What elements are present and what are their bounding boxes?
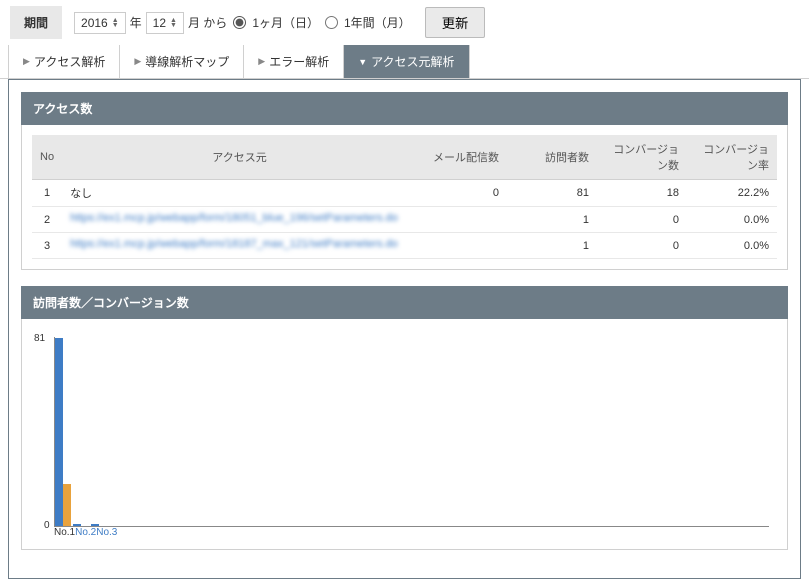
content-frame: アクセス数 No アクセス元 メール配信数 訪問者数 コンバージョン数 コンバー… [8, 79, 801, 579]
month-value: 12 [153, 16, 166, 30]
panel-title: アクセス数 [21, 92, 788, 125]
month-suffix: 月 から [188, 14, 227, 31]
col-conversions: コンバージョン数 [597, 135, 687, 180]
cell-mail [417, 233, 507, 259]
col-visitors: 訪問者数 [507, 135, 597, 180]
year-suffix: 年 [130, 14, 142, 31]
referrer-table: No アクセス元 メール配信数 訪問者数 コンバージョン数 コンバージョン率 1… [32, 135, 777, 259]
cell-visitors: 1 [507, 233, 597, 259]
radio-1year-label: 1年間（月） [344, 14, 411, 31]
x-axis-label[interactable]: No.2 [75, 527, 96, 538]
cell-conversions: 0 [597, 233, 687, 259]
referrer-link[interactable]: https://ex1.mcp.jp/webapp/form/18187_max… [70, 238, 398, 250]
table-row: 1 なし 0811822.2% [32, 180, 777, 207]
bar-group [55, 338, 71, 526]
tab-label: エラー解析 [269, 53, 329, 70]
radio-1month[interactable] [233, 16, 246, 29]
cell-referrer: https://ex1.mcp.jp/webapp/form/18051_blu… [62, 207, 417, 233]
cell-no: 3 [32, 233, 62, 259]
bar [73, 524, 81, 526]
year-value: 2016 [81, 16, 108, 30]
panel-body: No アクセス元 メール配信数 訪問者数 コンバージョン数 コンバージョン率 1… [21, 125, 788, 270]
cell-rate: 0.0% [687, 207, 777, 233]
bar-group [73, 524, 89, 526]
cell-rate: 0.0% [687, 233, 777, 259]
cell-rate: 22.2% [687, 180, 777, 207]
y-max-label: 81 [34, 333, 45, 344]
tab-label: アクセス元解析 [371, 53, 454, 70]
cell-mail [417, 207, 507, 233]
year-spinner[interactable]: 2016 ▲▼ [74, 12, 126, 34]
cell-no: 2 [32, 207, 62, 233]
col-no: No [32, 135, 62, 180]
col-mail: メール配信数 [417, 135, 507, 180]
bar-group [91, 524, 107, 526]
cell-visitors: 81 [507, 180, 597, 207]
tab-error-analysis[interactable]: ▶ エラー解析 [244, 45, 344, 78]
chevron-right-icon: ▶ [258, 56, 265, 67]
radio-1year[interactable] [325, 16, 338, 29]
tab-referrer-analysis[interactable]: ▼ アクセス元解析 [344, 45, 469, 78]
tab-access-analysis[interactable]: ▶ アクセス解析 [8, 45, 120, 78]
tab-label: アクセス解析 [34, 53, 105, 70]
table-header-row: No アクセス元 メール配信数 訪問者数 コンバージョン数 コンバージョン率 [32, 135, 777, 180]
cell-visitors: 1 [507, 207, 597, 233]
spinner-arrows-icon[interactable]: ▲▼ [112, 18, 119, 28]
update-button[interactable]: 更新 [425, 7, 486, 38]
tab-label: 導線解析マップ [145, 53, 229, 70]
bar [63, 484, 71, 526]
cell-referrer: なし [62, 180, 417, 207]
x-axis-label[interactable]: No.3 [96, 527, 117, 538]
cell-conversions: 0 [597, 207, 687, 233]
period-label: 期間 [10, 6, 62, 39]
panel-chart: 訪問者数／コンバージョン数 81 0 No.1No.2No.3 [21, 286, 788, 550]
radio-1month-label: 1ヶ月（日） [252, 14, 319, 31]
spinner-arrows-icon[interactable]: ▲▼ [170, 18, 177, 28]
chevron-down-icon: ▼ [358, 57, 367, 67]
bar [55, 338, 63, 526]
table-row: 3 https://ex1.mcp.jp/webapp/form/18187_ma… [32, 233, 777, 259]
panel-body: 81 0 No.1No.2No.3 [21, 319, 788, 550]
referrer-text: なし [70, 188, 92, 200]
cell-referrer: https://ex1.mcp.jp/webapp/form/18187_max… [62, 233, 417, 259]
month-spinner[interactable]: 12 ▲▼ [146, 12, 184, 34]
tab-flow-map[interactable]: ▶ 導線解析マップ [120, 45, 244, 78]
x-axis-label: No.1 [54, 527, 75, 538]
col-rate: コンバージョン率 [687, 135, 777, 180]
chevron-right-icon: ▶ [134, 56, 141, 67]
panel-title: 訪問者数／コンバージョン数 [21, 286, 788, 319]
bar-chart: 81 0 No.1No.2No.3 [32, 329, 777, 539]
panel-access-count: アクセス数 No アクセス元 メール配信数 訪問者数 コンバージョン数 コンバー… [21, 92, 788, 270]
cell-conversions: 18 [597, 180, 687, 207]
referrer-link[interactable]: https://ex1.mcp.jp/webapp/form/18051_blu… [70, 212, 398, 224]
y-min-label: 0 [44, 520, 50, 531]
table-row: 2 https://ex1.mcp.jp/webapp/form/18051_bl… [32, 207, 777, 233]
bar [91, 524, 99, 526]
col-referrer: アクセス元 [62, 135, 417, 180]
tabs: ▶ アクセス解析 ▶ 導線解析マップ ▶ エラー解析 ▼ アクセス元解析 [0, 45, 809, 79]
chevron-right-icon: ▶ [23, 56, 30, 67]
cell-no: 1 [32, 180, 62, 207]
period-bar: 期間 2016 ▲▼ 年 12 ▲▼ 月 から 1ヶ月（日） 1年間（月） 更新 [0, 0, 809, 45]
cell-mail: 0 [417, 180, 507, 207]
